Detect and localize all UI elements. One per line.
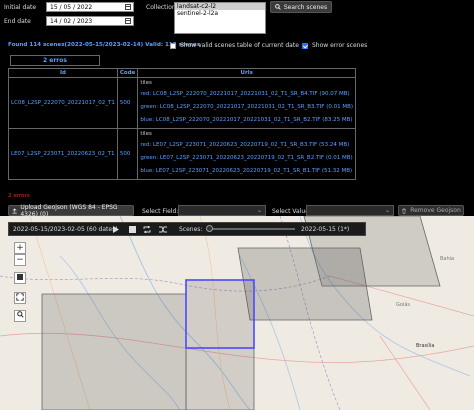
scene-footprint bbox=[41, 293, 187, 410]
square-icon bbox=[17, 274, 23, 280]
code-cell: 500 bbox=[116, 128, 139, 180]
table-row: LC08_L2SP_222070_20221017_02_T1 500 tile… bbox=[8, 77, 357, 129]
urls-cell: tiles red: LE07_L2SP_223071_20220623_202… bbox=[137, 128, 357, 180]
calendar-icon[interactable] bbox=[125, 4, 131, 10]
tile-link[interactable]: green: LC08_L2SP_222070_20221017_2022103… bbox=[140, 101, 353, 114]
tile-link[interactable]: green: LE07_L2SP_223071_20220623_2022071… bbox=[140, 152, 353, 165]
search-scenes-label: Search scenes bbox=[283, 3, 328, 11]
trash-icon bbox=[402, 208, 407, 214]
shuffle-icon[interactable] bbox=[159, 226, 167, 233]
fullscreen-button[interactable] bbox=[14, 292, 26, 304]
date-range-text: 2022-05-15/2023-02-05 (60 dates) bbox=[13, 226, 118, 233]
table-header-row: Id Code Urls bbox=[8, 68, 357, 78]
zoom-in-button[interactable]: + bbox=[14, 242, 26, 254]
end-date-field[interactable]: 14 / 02 / 2023 bbox=[46, 16, 134, 26]
upload-icon bbox=[12, 207, 17, 213]
draw-rectangle-button[interactable] bbox=[14, 272, 26, 284]
tiles-label: tiles bbox=[140, 131, 152, 137]
code-cell: 500 bbox=[116, 77, 139, 129]
map-label-goias: Goiás bbox=[396, 302, 410, 308]
show-errors-checkbox[interactable] bbox=[302, 42, 308, 49]
urls-cell: tiles red: LC08_L2SP_222070_20221017_202… bbox=[137, 77, 357, 129]
tiles-label: tiles bbox=[140, 80, 152, 86]
tile-link[interactable]: blue: LE07_L2SP_223071_20220623_20220719… bbox=[140, 165, 353, 178]
scenes-label: Scenes: bbox=[179, 226, 203, 233]
map-label-bahia: Bahia bbox=[440, 256, 455, 262]
calendar-icon[interactable] bbox=[125, 18, 131, 24]
search-icon bbox=[16, 311, 24, 318]
end-date-value: 14 / 02 / 2023 bbox=[50, 18, 93, 25]
select-field-label: Select Field: bbox=[142, 208, 179, 215]
show-valid-label: Show valid scenes table of current date bbox=[180, 42, 299, 49]
scene-id-cell: LE07_L2SP_223071_20220623_02_T1 bbox=[8, 128, 118, 180]
map-search-button[interactable] bbox=[14, 310, 26, 322]
search-icon bbox=[275, 4, 281, 10]
show-valid-checkbox[interactable] bbox=[170, 42, 176, 49]
stop-icon[interactable] bbox=[129, 226, 136, 233]
errors-summary: 2 errors bbox=[8, 193, 30, 199]
map-canvas[interactable] bbox=[0, 216, 474, 410]
scene-footprint bbox=[185, 279, 255, 410]
current-scene-date: 2022-05-15 (1*) bbox=[301, 226, 350, 233]
show-valid-toggle[interactable]: Show valid scenes table of current date bbox=[170, 42, 299, 49]
column-header-code: Code bbox=[116, 68, 139, 78]
tile-link[interactable]: red: LE07_L2SP_223071_20220623_20220719_… bbox=[140, 139, 353, 152]
collection-option[interactable]: landsat-c2-l2 bbox=[175, 3, 265, 10]
show-errors-label: Show error scenes bbox=[312, 42, 368, 49]
scenes-slider-track[interactable] bbox=[206, 225, 295, 232]
column-header-urls: Urls bbox=[137, 68, 357, 78]
timeline-bar: 2022-05-15/2023-02-05 (60 dates) Scenes:… bbox=[8, 222, 366, 236]
search-scenes-button[interactable]: Search scenes bbox=[270, 1, 332, 13]
map-label-brasilia: Brasília bbox=[416, 343, 435, 349]
initial-date-label: Initial date bbox=[4, 4, 37, 11]
chevron-down-icon: ⌄ bbox=[256, 207, 262, 214]
remove-geojson-label: Remove Geojson bbox=[410, 207, 461, 214]
scene-id-cell: LC08_L2SP_222070_20221017_02_T1 bbox=[8, 77, 118, 129]
collections-listbox[interactable]: landsat-c2-l2 sentinel-2-l2a bbox=[174, 2, 266, 34]
errors-table: Id Code Urls LC08_L2SP_222070_20221017_0… bbox=[8, 68, 357, 180]
remove-geojson-button[interactable]: Remove Geojson bbox=[398, 205, 464, 216]
map-view[interactable]: Brasília Goiás Bahia bbox=[0, 216, 474, 410]
initial-date-field[interactable]: 15 / 05 / 2022 bbox=[46, 2, 134, 12]
errors-table-title: 2 erros bbox=[10, 55, 100, 66]
fullscreen-icon bbox=[16, 293, 24, 301]
repeat-icon[interactable] bbox=[143, 226, 151, 233]
show-errors-toggle[interactable]: Show error scenes bbox=[302, 42, 367, 49]
zoom-out-button[interactable]: − bbox=[14, 254, 26, 266]
collection-option[interactable]: sentinel-2-l2a bbox=[175, 10, 265, 17]
column-header-id: Id bbox=[8, 68, 118, 78]
table-row: LE07_L2SP_223071_20220623_02_T1 500 tile… bbox=[8, 128, 357, 180]
chevron-down-icon: ⌄ bbox=[384, 207, 390, 214]
select-value-dropdown[interactable]: ⌄ bbox=[306, 205, 394, 216]
play-icon[interactable] bbox=[113, 226, 119, 233]
initial-date-value: 15 / 05 / 2022 bbox=[50, 4, 93, 11]
select-field-dropdown[interactable]: ⌄ bbox=[178, 205, 266, 216]
tile-link[interactable]: blue: LC08_L2SP_222070_20221017_20221031… bbox=[140, 114, 353, 127]
tile-link[interactable]: red: LC08_L2SP_222070_20221017_20221031_… bbox=[140, 88, 353, 101]
upload-geojson-button[interactable]: Upload Geojson (WGS 84 - EPSG 4326) (0) bbox=[8, 204, 134, 218]
end-date-label: End date bbox=[4, 18, 31, 25]
scenes-slider-thumb[interactable] bbox=[206, 225, 213, 232]
